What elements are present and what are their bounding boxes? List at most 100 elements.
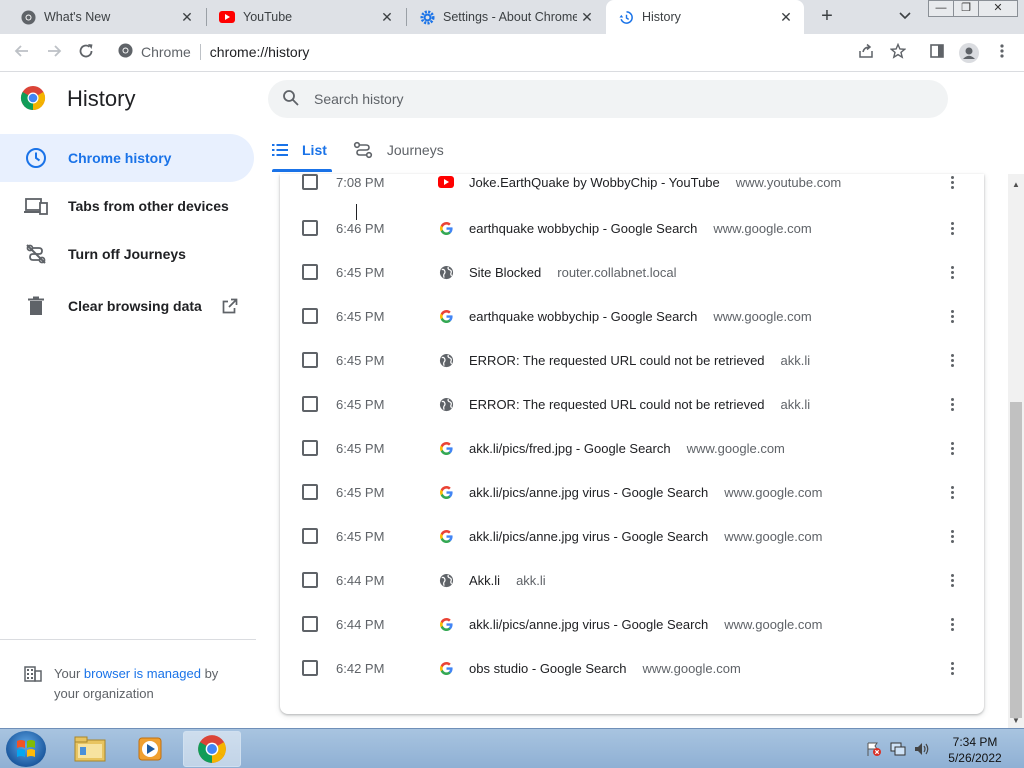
share-icon[interactable] (856, 43, 876, 63)
restore-button[interactable]: ❐ (953, 0, 979, 17)
omnibox-url[interactable]: chrome://history (210, 44, 310, 60)
start-button[interactable] (6, 731, 46, 767)
row-more-actions-icon[interactable] (942, 612, 962, 636)
history-row[interactable]: 6:44 PM Akk.li akk.li (280, 558, 984, 602)
media-player-icon (138, 737, 162, 761)
sidebar-item-turn-off-journeys[interactable]: Turn off Journeys (0, 230, 254, 278)
action-center-flag-icon[interactable] (866, 741, 882, 757)
row-title-link[interactable]: Site Blocked (469, 265, 541, 280)
omnibox[interactable]: Chrome chrome://history (108, 38, 920, 66)
row-title-link[interactable]: Akk.li (469, 573, 500, 588)
bookmark-star-icon[interactable] (888, 42, 908, 63)
tab-settings-about-chrome[interactable]: Settings - About Chrome ✕ (407, 0, 605, 34)
row-more-actions-icon[interactable] (942, 568, 962, 592)
scroll-up-arrow-icon[interactable]: ▲ (1012, 180, 1020, 189)
row-checkbox[interactable] (302, 440, 318, 456)
reload-icon[interactable] (75, 42, 97, 64)
tab-history[interactable]: History ✕ (606, 0, 804, 34)
history-row[interactable]: 6:42 PM obs studio - Google Search www.goo… (280, 646, 984, 690)
new-tab-button[interactable]: + (816, 5, 838, 27)
row-more-actions-icon[interactable] (942, 480, 962, 504)
tab-youtube[interactable]: YouTube ✕ (207, 0, 405, 34)
forward-arrow-icon[interactable] (43, 42, 65, 64)
row-domain: www.youtube.com (735, 174, 842, 190)
tab-search-chevron-icon[interactable] (895, 8, 915, 26)
row-title-link[interactable]: akk.li/pics/anne.jpg virus - Google Sear… (469, 485, 708, 500)
sidebar-item-chrome-history[interactable]: Chrome history (0, 134, 254, 182)
scroll-down-arrow-icon[interactable]: ▼ (1012, 716, 1020, 725)
more-menu-icon[interactable] (992, 43, 1012, 63)
scrollbar[interactable]: ▲ ▼ (1008, 174, 1024, 728)
window-close-button[interactable]: ✕ (978, 0, 1018, 17)
volume-icon[interactable] (914, 741, 930, 757)
search-bar[interactable] (268, 80, 948, 118)
row-checkbox[interactable] (302, 572, 318, 588)
row-domain: www.google.com (724, 528, 823, 544)
back-arrow-icon[interactable] (11, 42, 33, 64)
row-more-actions-icon[interactable] (942, 392, 962, 416)
row-more-actions-icon[interactable] (942, 260, 962, 284)
taskbar-explorer-button[interactable] (61, 731, 119, 767)
row-checkbox[interactable] (302, 264, 318, 280)
row-title-link[interactable]: earthquake wobbychip - Google Search (469, 309, 697, 324)
row-checkbox[interactable] (302, 484, 318, 500)
row-more-actions-icon[interactable] (942, 174, 962, 194)
close-tab-icon[interactable]: ✕ (577, 9, 597, 26)
row-title-link[interactable]: obs studio - Google Search (469, 661, 627, 676)
row-checkbox[interactable] (302, 308, 318, 324)
history-row[interactable]: 6:45 PM Site Blocked router.collabnet.loca… (280, 250, 984, 294)
history-row[interactable]: 6:45 PM ERROR: The requested URL could no… (280, 382, 984, 426)
row-more-actions-icon[interactable] (942, 348, 962, 372)
history-row[interactable]: 7:08 PM Joke.EarthQuake by WobbyChip - Yo… (280, 174, 984, 204)
row-checkbox[interactable] (302, 396, 318, 412)
close-tab-icon[interactable]: ✕ (776, 9, 796, 26)
clock-time: 7:34 PM (952, 735, 998, 749)
history-row[interactable]: 6:46 PM earthquake wobbychip - Google Sea… (280, 206, 984, 250)
history-row[interactable]: 6:45 PM akk.li/pics/fred.jpg - Google Sea… (280, 426, 984, 470)
row-title-link[interactable]: earthquake wobbychip - Google Search (469, 221, 697, 236)
minimize-button[interactable]: — (928, 0, 954, 17)
row-checkbox[interactable] (302, 352, 318, 368)
scrollbar-thumb[interactable] (1010, 402, 1022, 718)
row-title-link[interactable]: ERROR: The requested URL could not be re… (469, 397, 765, 412)
taskbar-chrome-button[interactable] (183, 731, 241, 767)
sidebar-item-tabs-other-devices[interactable]: Tabs from other devices (0, 182, 254, 230)
google-icon (438, 440, 454, 456)
managed-link[interactable]: browser is managed (84, 666, 201, 681)
system-clock[interactable]: 7:34 PM 5/26/2022 (940, 734, 1010, 766)
row-checkbox[interactable] (302, 220, 318, 236)
tab-list[interactable]: List (272, 134, 327, 166)
row-more-actions-icon[interactable] (942, 436, 962, 460)
row-time: 6:46 PM (336, 220, 385, 236)
row-more-actions-icon[interactable] (942, 524, 962, 548)
row-more-actions-icon[interactable] (942, 216, 962, 240)
row-checkbox[interactable] (302, 174, 318, 190)
close-tab-icon[interactable]: ✕ (377, 9, 397, 26)
row-checkbox[interactable] (302, 616, 318, 632)
row-title-link[interactable]: akk.li/pics/anne.jpg virus - Google Sear… (469, 617, 708, 632)
row-title-link[interactable]: ERROR: The requested URL could not be re… (469, 353, 765, 368)
row-title-link[interactable]: akk.li/pics/anne.jpg virus - Google Sear… (469, 529, 708, 544)
history-row[interactable]: 6:44 PM akk.li/pics/anne.jpg virus - Goog… (280, 602, 984, 646)
history-row[interactable]: 6:45 PM earthquake wobbychip - Google Sea… (280, 294, 984, 338)
network-icon[interactable] (890, 741, 906, 757)
close-tab-icon[interactable]: ✕ (177, 9, 197, 26)
taskbar-media-player-button[interactable] (121, 731, 179, 767)
tab-whats-new[interactable]: What's New ✕ (0, 0, 205, 34)
chrome-icon (198, 735, 226, 763)
side-panel-icon[interactable] (927, 43, 947, 63)
profile-avatar-icon[interactable] (959, 43, 979, 63)
row-checkbox[interactable] (302, 660, 318, 676)
sidebar-item-clear-browsing-data[interactable]: Clear browsing data (0, 282, 254, 330)
history-row[interactable]: 6:45 PM ERROR: The requested URL could no… (280, 338, 984, 382)
row-more-actions-icon[interactable] (942, 656, 962, 680)
history-row[interactable]: 6:45 PM akk.li/pics/anne.jpg virus - Goog… (280, 470, 984, 514)
history-row[interactable]: 6:45 PM akk.li/pics/anne.jpg virus - Goog… (280, 514, 984, 558)
row-title-link[interactable]: akk.li/pics/fred.jpg - Google Search (469, 441, 671, 456)
search-input[interactable] (314, 91, 894, 107)
chrome-logo-icon (20, 85, 46, 111)
tab-journeys[interactable]: Journeys (353, 134, 444, 166)
row-checkbox[interactable] (302, 528, 318, 544)
row-more-actions-icon[interactable] (942, 304, 962, 328)
row-title-link[interactable]: Joke.EarthQuake by WobbyChip - YouTube (469, 175, 720, 190)
